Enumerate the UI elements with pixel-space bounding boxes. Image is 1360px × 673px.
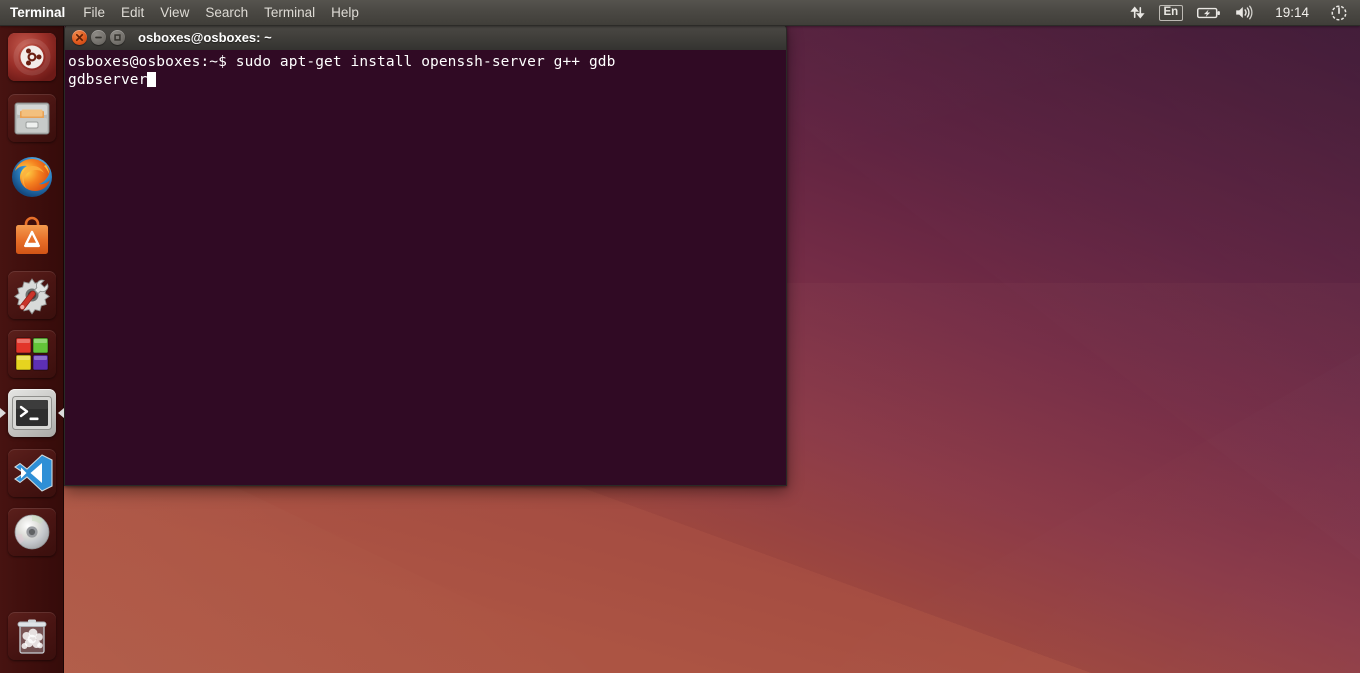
clock-label: 19:14 [1275, 5, 1309, 20]
network-up-down-icon[interactable] [1124, 0, 1151, 26]
terminal-titlebar[interactable]: osboxes@osboxes: ~ [64, 24, 787, 50]
terminal-output-area[interactable]: osboxes@osboxes:~$ sudo apt-get install … [64, 50, 787, 486]
launcher-item-trash[interactable] [0, 606, 64, 665]
vscode-ribbon-icon [8, 448, 56, 497]
terminal-line: osboxes@osboxes:~$ sudo apt-get install … [68, 54, 616, 70]
menu-item-help[interactable]: Help [323, 0, 367, 26]
keyboard-layout-indicator[interactable]: En [1153, 0, 1190, 26]
trash-bin-icon [8, 611, 56, 660]
gear-wrench-icon [8, 270, 56, 319]
desktop-screen: Terminal File Edit View Search Terminal … [0, 0, 1360, 673]
file-cabinet-icon [8, 93, 56, 142]
keyboard-layout-label: En [1158, 4, 1184, 21]
launcher-running-indicator-left [0, 408, 6, 418]
four-squares-icon [8, 329, 56, 378]
unity-launcher [0, 26, 64, 673]
launcher-item-dash-home[interactable] [0, 26, 64, 88]
menu-item-file[interactable]: File [75, 0, 113, 26]
optical-disc-icon [8, 507, 56, 556]
launcher-item-vscode[interactable] [0, 443, 64, 502]
volume-icon[interactable] [1229, 0, 1259, 26]
launcher-item-software-center[interactable] [0, 206, 64, 265]
maximize-icon[interactable] [110, 30, 125, 45]
terminal-cursor [147, 72, 157, 87]
top-panel: Terminal File Edit View Search Terminal … [0, 0, 1360, 26]
menu-item-search[interactable]: Search [197, 0, 256, 26]
battery-charging-icon[interactable] [1191, 0, 1227, 26]
terminal-line-with-cursor: gdbserver [68, 71, 786, 89]
minimize-icon[interactable] [91, 30, 106, 45]
menu-item-view[interactable]: View [152, 0, 197, 26]
launcher-item-workspace-switcher[interactable] [0, 324, 64, 383]
wallpaper-facet [800, 353, 1360, 673]
global-menu-bar: Terminal File Edit View Search Terminal … [0, 0, 367, 26]
ubuntu-logo-icon [8, 33, 56, 81]
terminal-line-text: gdbserver [68, 72, 148, 88]
firefox-icon [8, 153, 56, 201]
software-bag-icon [8, 212, 56, 260]
launcher-item-disc[interactable] [0, 502, 64, 561]
launcher-running-indicator-right [58, 408, 64, 418]
launcher-item-system-settings[interactable] [0, 265, 64, 324]
launcher-item-files[interactable] [0, 88, 64, 147]
close-icon[interactable] [72, 30, 87, 45]
menu-item-edit[interactable]: Edit [113, 0, 152, 26]
terminal-title: osboxes@osboxes: ~ [138, 30, 272, 45]
gear-power-icon[interactable] [1325, 0, 1353, 26]
launcher-item-terminal[interactable] [0, 383, 64, 443]
terminal-window[interactable]: osboxes@osboxes: ~ osboxes@osboxes:~$ su… [64, 24, 787, 486]
menu-item-terminal[interactable]: Terminal [256, 0, 323, 26]
launcher-item-firefox[interactable] [0, 147, 64, 206]
indicator-area: En 19:14 [1124, 0, 1360, 26]
terminal-prompt-icon [8, 389, 56, 437]
menu-app-name[interactable]: Terminal [6, 0, 75, 26]
clock-indicator[interactable]: 19:14 [1261, 0, 1323, 26]
